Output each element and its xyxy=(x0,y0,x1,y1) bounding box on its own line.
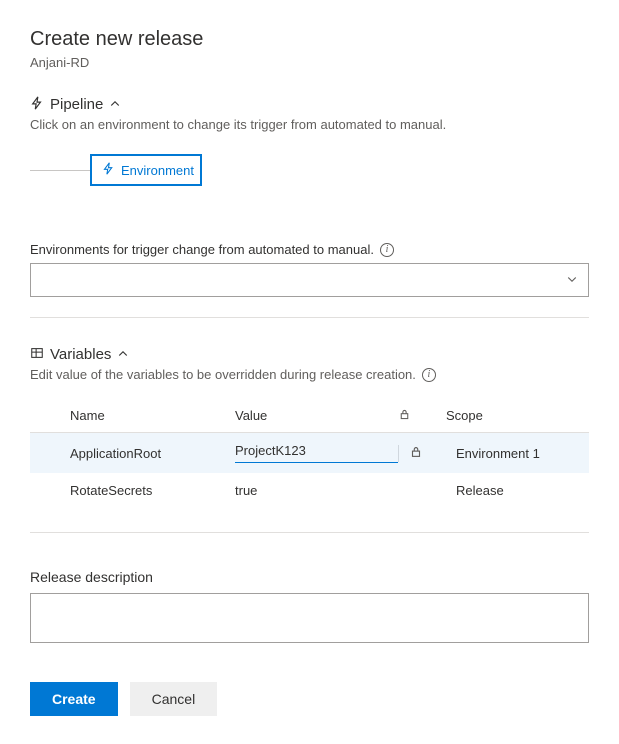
col-header-name[interactable]: Name xyxy=(70,408,235,424)
pipeline-section-desc: Click on an environment to change its tr… xyxy=(30,117,589,132)
divider xyxy=(30,317,589,318)
env-trigger-label-row: Environments for trigger change from aut… xyxy=(30,242,589,257)
pipeline-stage-environment[interactable]: Environment xyxy=(90,154,202,186)
var-value-input[interactable]: ProjectK123 xyxy=(235,443,398,463)
env-trigger-select[interactable] xyxy=(30,263,589,297)
var-scope-cell: Environment 1 xyxy=(446,446,589,461)
var-value-input[interactable]: true xyxy=(235,483,398,498)
grid-icon xyxy=(30,346,44,363)
col-header-lock xyxy=(398,408,446,424)
lightning-icon xyxy=(102,162,115,178)
chevron-up-icon xyxy=(109,97,121,113)
variables-table: Name Value Scope ApplicationRoot Project… xyxy=(30,400,589,508)
divider xyxy=(30,532,589,533)
button-row: Create Cancel xyxy=(30,682,589,716)
info-icon[interactable]: i xyxy=(380,243,394,257)
chevron-down-icon xyxy=(566,272,578,288)
cancel-button[interactable]: Cancel xyxy=(130,682,218,716)
release-description-input[interactable] xyxy=(30,593,589,643)
variables-section-desc: Edit value of the variables to be overri… xyxy=(30,367,416,382)
info-icon[interactable]: i xyxy=(422,368,436,382)
pipeline-diagram: Environment xyxy=(30,154,589,186)
page-title: Create new release xyxy=(30,28,589,51)
lightning-icon xyxy=(30,96,44,113)
page-subtitle: Anjani-RD xyxy=(30,55,589,70)
chevron-up-icon xyxy=(117,347,129,363)
variables-section-label: Variables xyxy=(50,346,111,363)
lock-icon xyxy=(398,409,411,424)
variables-section-header[interactable]: Variables xyxy=(30,346,589,363)
var-name-cell: ApplicationRoot xyxy=(70,446,235,461)
table-row[interactable]: ApplicationRoot ProjectK123 Environment … xyxy=(30,433,589,473)
create-button[interactable]: Create xyxy=(30,682,118,716)
var-scope-cell: Release xyxy=(446,483,589,498)
pipeline-stage-label: Environment xyxy=(121,163,194,178)
release-description-label: Release description xyxy=(30,569,589,585)
pipeline-connector xyxy=(30,170,90,171)
env-trigger-label: Environments for trigger change from aut… xyxy=(30,242,374,257)
variables-table-header: Name Value Scope xyxy=(30,400,589,433)
pipeline-section-label: Pipeline xyxy=(50,96,103,113)
col-header-value[interactable]: Value xyxy=(235,408,398,424)
table-row[interactable]: RotateSecrets true Release xyxy=(30,473,589,508)
col-header-scope[interactable]: Scope xyxy=(446,408,589,424)
lock-icon xyxy=(409,445,423,462)
pipeline-section-header[interactable]: Pipeline xyxy=(30,96,589,113)
var-name-cell: RotateSecrets xyxy=(70,483,235,498)
var-lock-cell[interactable] xyxy=(398,445,446,462)
